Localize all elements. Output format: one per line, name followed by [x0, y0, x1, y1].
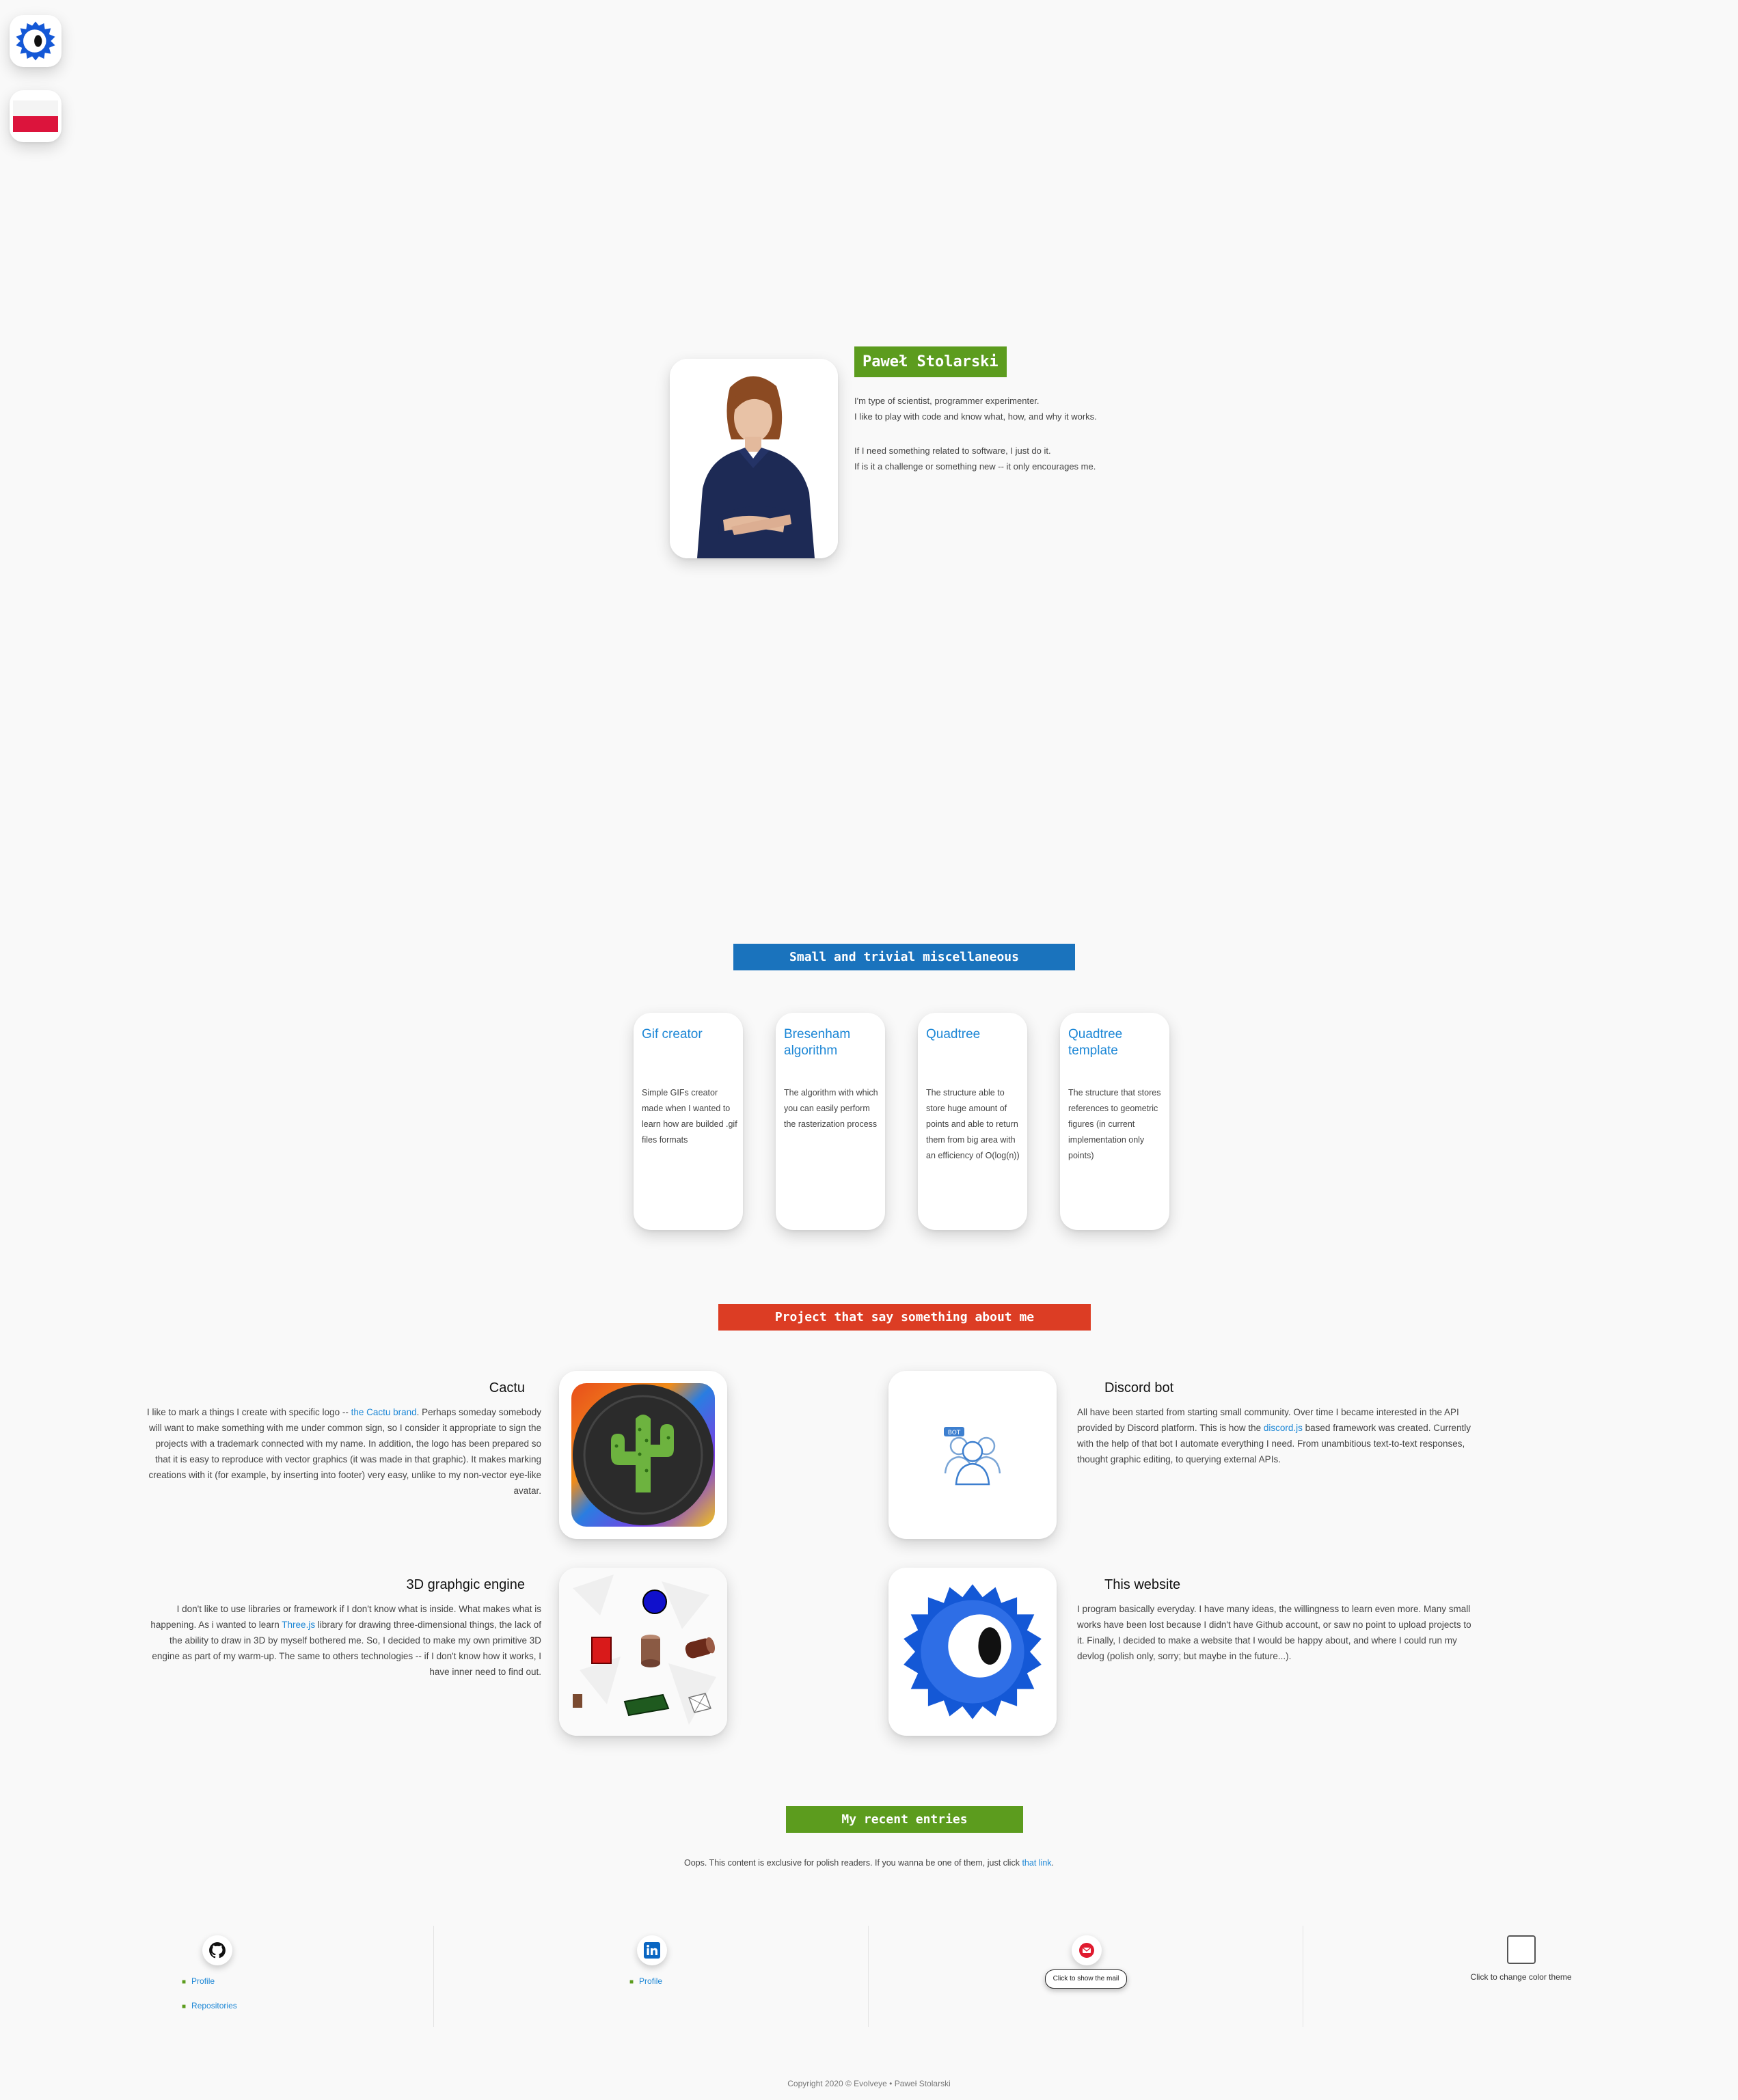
misc-heading: Small and trivial miscellaneous — [733, 944, 1075, 970]
cactus-logo-icon — [571, 1383, 715, 1527]
bio-line: If I need something related to software,… — [854, 446, 1051, 456]
project-image-cactu[interactable] — [559, 1371, 727, 1539]
footer-github: ■ Profile ■ Repositories — [0, 1926, 433, 2027]
project-image-website[interactable] — [888, 1568, 1057, 1736]
misc-card-desc: The structure that stores references to … — [1068, 1088, 1161, 1160]
project-desc-discord: All have been started from starting smal… — [1077, 1407, 1471, 1464]
portrait-photo — [670, 359, 838, 558]
mail-icon — [1079, 1943, 1094, 1958]
linkedin-profile-link[interactable]: ■ Profile — [629, 1975, 662, 1987]
misc-card-gif-creator[interactable]: Gif creator Simple GIFs creator made whe… — [634, 1013, 743, 1230]
misc-card-desc: The structure able to store huge amount … — [926, 1088, 1020, 1160]
linkedin-button[interactable] — [637, 1935, 667, 1965]
threejs-link[interactable]: Three.js — [282, 1620, 315, 1630]
3d-primitives-icon — [559, 1568, 727, 1736]
project-desc-cactu: I like to mark a things I create with sp… — [146, 1407, 541, 1496]
footer-linkedin: ■ Profile — [433, 1926, 869, 2027]
polish-flag-icon — [13, 100, 58, 132]
bot-badge: BOT — [948, 1430, 961, 1436]
project-image-engine[interactable] — [559, 1568, 727, 1736]
project-desc-website: I program basically everyday. I have man… — [1077, 1604, 1471, 1661]
discordjs-link[interactable]: discord.js — [1264, 1423, 1303, 1433]
misc-card-title[interactable]: Bresenham algorithm — [784, 1026, 880, 1059]
footer-theme: Click to change color theme — [1303, 1926, 1738, 2027]
github-profile-link[interactable]: ■ Profile — [182, 1975, 215, 1987]
cactu-brand-link[interactable]: the Cactu brand — [351, 1407, 417, 1417]
entries-heading: My recent entries — [786, 1806, 1023, 1833]
bio-line: I like to play with code and know what, … — [854, 411, 1097, 422]
evolveye-eye-icon — [16, 21, 55, 61]
github-repositories-link[interactable]: ■ Repositories — [182, 2000, 237, 2012]
misc-card-desc: Simple GIFs creator made when I wanted t… — [642, 1088, 737, 1145]
project-desc-engine: I don't like to use libraries or framewo… — [150, 1604, 541, 1677]
misc-card-bresenham[interactable]: Bresenham algorithm The algorithm with w… — [776, 1013, 885, 1230]
misc-card-quadtree-template[interactable]: Quadtree template The structure that sto… — [1060, 1013, 1169, 1230]
github-icon — [209, 1942, 226, 1959]
project-title-cactu: Cactu — [489, 1380, 525, 1395]
theme-label: Click to change color theme — [1470, 1972, 1572, 1982]
bot-users-icon: BOT — [944, 1427, 1001, 1486]
linkedin-icon — [644, 1942, 660, 1959]
github-button[interactable] — [202, 1935, 232, 1965]
project-image-discord[interactable]: BOT — [888, 1371, 1057, 1539]
copyright: Copyright 2020 © Evolveye • Paweł Stolar… — [787, 2079, 951, 2088]
theme-toggle[interactable] — [1507, 1935, 1536, 1964]
projects-heading: Project that say something about me — [718, 1304, 1091, 1331]
misc-card-title[interactable]: Quadtree template — [1068, 1026, 1164, 1059]
show-mail-button[interactable]: Click to show the mail — [1045, 1969, 1127, 1989]
language-button[interactable] — [10, 90, 62, 142]
polish-version-link[interactable]: that link — [1022, 1858, 1051, 1868]
project-title-engine: 3D graphgic engine — [406, 1577, 525, 1592]
project-title-discord: Discord bot — [1104, 1380, 1174, 1395]
evolveye-eye-icon — [904, 1584, 1042, 1719]
project-title-website: This website — [1104, 1577, 1181, 1592]
misc-card-desc: The algorithm with which you can easily … — [784, 1088, 878, 1129]
misc-card-title[interactable]: Quadtree — [926, 1026, 1022, 1043]
mail-button[interactable] — [1072, 1935, 1102, 1965]
hero-name: Paweł Stolarski — [854, 346, 1007, 377]
misc-card-quadtree[interactable]: Quadtree The structure able to store hug… — [918, 1013, 1027, 1230]
misc-card-title[interactable]: Gif creator — [642, 1026, 737, 1043]
bio-line: If is it a challenge or something new --… — [854, 461, 1096, 472]
hero-bio: I'm type of scientist, programmer experi… — [854, 393, 1210, 493]
footer-mail: Click to show the mail — [868, 1926, 1303, 2027]
entries-notice: Oops. This content is exclusive for poli… — [683, 1858, 1055, 1868]
bio-line: I'm type of scientist, programmer experi… — [854, 396, 1040, 406]
logo-button[interactable] — [10, 15, 62, 67]
